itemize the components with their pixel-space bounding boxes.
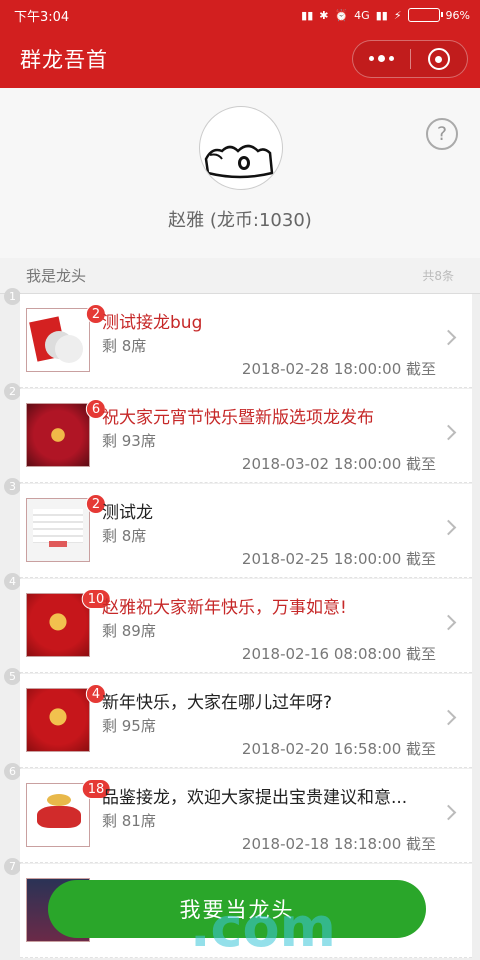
list-item[interactable]: 1 2 测试接龙bug 剩 8席 2018-02-28 18:00:00 截至 — [0, 288, 480, 389]
become-leader-button[interactable]: 我要当龙头 — [48, 880, 426, 938]
close-miniprogram-button[interactable] — [411, 41, 468, 77]
item-index: 1 — [4, 288, 21, 305]
user-name-coins: 赵雅 (龙币:1030) — [168, 210, 312, 231]
list-item[interactable]: 3 2 测试龙 剩 8席 2018-02-25 18:00:00 截至 — [0, 478, 480, 579]
item-card[interactable]: 10 赵雅祝大家新年快乐，万事如意! 剩 89席 2018-02-16 08:0… — [20, 579, 472, 673]
item-thumbnail — [26, 688, 90, 752]
item-deadline: 2018-02-18 18:18:00 截至 — [241, 835, 436, 853]
item-index: 3 — [4, 478, 21, 495]
miniprogram-capsule — [352, 40, 468, 78]
item-title: 新年快乐，大家在哪儿过年呀? — [102, 693, 333, 713]
item-thumbnail — [26, 403, 90, 467]
bluetooth-icon: ✱ — [319, 8, 329, 22]
item-thumbnail — [26, 593, 90, 657]
avatar[interactable] — [199, 106, 283, 190]
item-title: 测试龙 — [102, 503, 153, 523]
network-label: 4G — [354, 8, 370, 22]
item-deadline: 2018-02-16 08:08:00 截至 — [241, 645, 436, 663]
battery-percent: 96% — [445, 8, 470, 22]
item-deadline: 2018-03-02 18:00:00 截至 — [241, 455, 436, 473]
list-item[interactable]: 6 18 品鉴接龙，欢迎大家提出宝贵建议和意... 剩 81席 2018-02-… — [0, 763, 480, 864]
charging-icon: ⚡ — [393, 8, 402, 22]
item-index: 5 — [4, 668, 21, 685]
item-index: 4 — [4, 573, 21, 590]
item-card[interactable]: 4 新年快乐，大家在哪儿过年呀? 剩 95席 2018-02-20 16:58:… — [20, 674, 472, 768]
chevron-right-icon — [440, 614, 457, 631]
item-index: 2 — [4, 383, 21, 400]
item-deadline: 2018-02-20 16:58:00 截至 — [241, 740, 436, 758]
item-title: 赵雅祝大家新年快乐，万事如意! — [102, 598, 347, 618]
profile-section: ? 赵雅 (龙币:1030) — [0, 88, 480, 258]
item-seats: 剩 81席 — [102, 812, 156, 830]
signal-icon: ▮▮ — [301, 8, 314, 22]
item-index: 7 — [4, 858, 21, 875]
item-seats: 剩 8席 — [102, 337, 147, 355]
chevron-right-icon — [440, 804, 457, 821]
help-button[interactable]: ? — [426, 118, 458, 150]
signal2-icon: ▮▮ — [375, 8, 388, 22]
item-seats: 剩 93席 — [102, 432, 156, 450]
item-deadline: 2018-02-28 18:00:00 截至 — [241, 360, 436, 378]
section-label: 我是龙头 — [26, 267, 87, 285]
status-bar: 下午3:04 ▮▮ ✱ ⏰ 4G ▮▮ ⚡ 96% — [0, 0, 480, 30]
item-title: 品鉴接龙，欢迎大家提出宝贵建议和意... — [102, 788, 408, 808]
chevron-right-icon — [440, 424, 457, 441]
status-time: 下午3:04 — [14, 9, 70, 25]
item-card[interactable]: 2 测试龙 剩 8席 2018-02-25 18:00:00 截至 — [20, 484, 472, 578]
item-title: 祝大家元宵节快乐暨新版选项龙发布 — [102, 408, 374, 428]
title-bar: 群龙吾首 — [0, 30, 480, 88]
item-seats: 剩 8席 — [102, 527, 147, 545]
section-header: 我是龙头 共8条 — [0, 258, 480, 294]
item-index: 6 — [4, 763, 21, 780]
item-card[interactable]: 6 祝大家元宵节快乐暨新版选项龙发布 剩 93席 2018-03-02 18:0… — [20, 389, 472, 483]
close-circle-icon — [427, 48, 450, 70]
chevron-right-icon — [440, 519, 457, 536]
item-thumbnail — [26, 783, 90, 847]
list-item[interactable]: 5 4 新年快乐，大家在哪儿过年呀? 剩 95席 2018-02-20 16:5… — [0, 668, 480, 769]
item-deadline: 2018-02-25 18:00:00 截至 — [241, 550, 436, 568]
section-count: 共8条 — [422, 269, 454, 283]
alarm-icon: ⏰ — [334, 8, 349, 22]
item-seats: 剩 95席 — [102, 717, 156, 735]
chevron-right-icon — [440, 709, 457, 726]
avatar-drawing-icon — [204, 144, 274, 179]
item-thumbnail — [26, 498, 90, 562]
more-icon — [368, 55, 394, 62]
battery-icon — [407, 8, 443, 22]
item-thumbnail — [26, 308, 90, 372]
relay-list: 1 2 测试接龙bug 剩 8席 2018-02-28 18:00:00 截至 … — [0, 288, 480, 959]
item-seats: 剩 89席 — [102, 622, 156, 640]
item-card[interactable]: 18 品鉴接龙，欢迎大家提出宝贵建议和意... 剩 81席 2018-02-18… — [20, 769, 472, 863]
chevron-right-icon — [440, 329, 457, 346]
more-button[interactable] — [353, 41, 410, 77]
list-item[interactable]: 4 10 赵雅祝大家新年快乐，万事如意! 剩 89席 2018-02-16 08… — [0, 573, 480, 674]
list-item[interactable]: 2 6 祝大家元宵节快乐暨新版选项龙发布 剩 93席 2018-03-02 18… — [0, 383, 480, 484]
item-title: 测试接龙bug — [102, 313, 203, 333]
item-card[interactable]: 2 测试接龙bug 剩 8席 2018-02-28 18:00:00 截至 — [20, 294, 472, 388]
status-icons: ▮▮ ✱ ⏰ 4G ▮▮ ⚡ 96% — [301, 8, 470, 22]
